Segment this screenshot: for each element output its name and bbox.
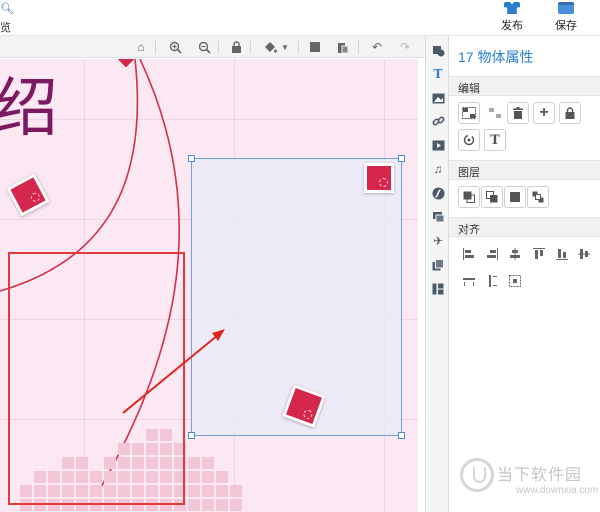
redo-icon[interactable]: ↷: [396, 38, 414, 56]
design-canvas[interactable]: 绍: [0, 59, 418, 512]
save-button[interactable]: 保存: [546, 2, 586, 34]
undo-icon[interactable]: ↶: [368, 38, 386, 56]
group-icon: [462, 107, 476, 119]
delete-button[interactable]: [507, 102, 529, 124]
align-bottom-button[interactable]: [551, 243, 573, 265]
panel-title: 17 物体属性: [458, 49, 534, 65]
zoom-in-icon[interactable]: [166, 38, 184, 56]
ungroup-icon: [489, 108, 501, 118]
align-section-header: 对齐: [449, 217, 600, 237]
lock-icon[interactable]: [227, 38, 245, 56]
text-style-button[interactable]: T: [484, 129, 506, 151]
toolbar-divider: [298, 40, 299, 54]
toolbar-divider: [250, 40, 251, 54]
center-on-page-button[interactable]: [504, 270, 526, 292]
watermark-logo: [460, 458, 494, 492]
lock-icon: [565, 107, 575, 119]
paste-icon[interactable]: [334, 38, 352, 56]
toolbar-divider: [155, 40, 156, 54]
ungroup-button[interactable]: [484, 102, 506, 124]
trash-icon: [513, 107, 523, 119]
bring-forward-button[interactable]: [481, 186, 503, 208]
airplane-icon[interactable]: ✈: [429, 232, 447, 250]
bring-to-front-icon: [463, 191, 475, 203]
align-section-label: 对齐: [458, 224, 480, 236]
align-right-button[interactable]: [481, 243, 503, 265]
align-left-icon: [463, 248, 474, 260]
fill-color-icon[interactable]: [261, 38, 279, 56]
send-to-back-button[interactable]: [527, 186, 549, 208]
align-center-button[interactable]: [504, 243, 526, 265]
canvas-toolbar: ⌂ ▼ ↶ ↷: [0, 36, 425, 58]
add-button[interactable]: +: [533, 102, 555, 124]
object-type-tabs: T ♫ ✈: [425, 36, 449, 512]
edit-section-label: 编辑: [458, 83, 480, 95]
home-icon[interactable]: ⌂: [132, 38, 150, 56]
distribute-vertical-button[interactable]: [481, 270, 503, 292]
preview-icon: 🔍︎: [0, 3, 14, 15]
watermark-brand: 当下软件园: [497, 467, 583, 484]
watermark-url: www.downxia.com: [516, 485, 599, 496]
properties-panel: 17 物体属性 编辑 + T 图层 对齐 当下软件园 www.downxia.c…: [449, 36, 600, 512]
arrow-annotation: [122, 329, 225, 414]
zoom-out-icon[interactable]: [195, 38, 213, 56]
edit-section-header: 编辑: [449, 76, 600, 96]
center-on-page-icon: [509, 275, 521, 287]
video-icon[interactable]: [429, 136, 447, 154]
preview-label: 览: [0, 22, 11, 34]
shapes-icon[interactable]: [429, 42, 447, 60]
layers-icon[interactable]: [429, 256, 447, 274]
align-top-button[interactable]: [528, 243, 550, 265]
top-toolbar: 🔍︎ 览 发布 保存: [0, 0, 600, 36]
distribute-vertical-icon: [489, 275, 497, 287]
align-middle-icon: [578, 249, 590, 259]
publish-label: 发布: [501, 20, 523, 32]
align-left-button[interactable]: [458, 243, 480, 265]
save-label: 保存: [555, 20, 577, 32]
rotate-icon: [463, 134, 475, 146]
distribute-horizontal-button[interactable]: [458, 270, 480, 292]
align-middle-button[interactable]: [573, 243, 595, 265]
save-icon: [558, 2, 574, 14]
align-top-icon: [533, 248, 545, 259]
align-bottom-icon: [556, 249, 568, 260]
bring-to-front-button[interactable]: [458, 186, 480, 208]
bring-front-icon[interactable]: [306, 38, 324, 56]
send-to-back-icon: [532, 191, 544, 203]
chevron-down-icon[interactable]: ▼: [279, 38, 291, 56]
shapes-3d-icon[interactable]: [429, 208, 447, 226]
image-icon[interactable]: [429, 89, 447, 107]
toolbar-divider: [358, 40, 359, 54]
rotate-button[interactable]: [458, 129, 480, 151]
align-center-icon: [510, 248, 520, 260]
publish-button[interactable]: 发布: [492, 2, 532, 34]
flash-icon[interactable]: [429, 184, 447, 202]
bring-forward-icon: [486, 191, 498, 203]
toolbar-divider: [218, 40, 219, 54]
lock-button[interactable]: [559, 102, 581, 124]
preview-button[interactable]: 🔍︎ 览: [0, 2, 22, 34]
link-icon[interactable]: [429, 112, 447, 130]
text-icon[interactable]: T: [429, 65, 447, 83]
music-icon[interactable]: ♫: [429, 160, 447, 178]
layout-icon[interactable]: [429, 280, 447, 298]
group-button[interactable]: [458, 102, 480, 124]
send-backward-icon: [510, 192, 520, 202]
layer-section-label: 图层: [458, 167, 480, 179]
layer-section-header: 图层: [449, 160, 600, 180]
send-backward-button[interactable]: [504, 186, 526, 208]
publish-icon: [504, 2, 520, 14]
align-right-icon: [487, 248, 498, 260]
distribute-horizontal-icon: [463, 278, 475, 286]
